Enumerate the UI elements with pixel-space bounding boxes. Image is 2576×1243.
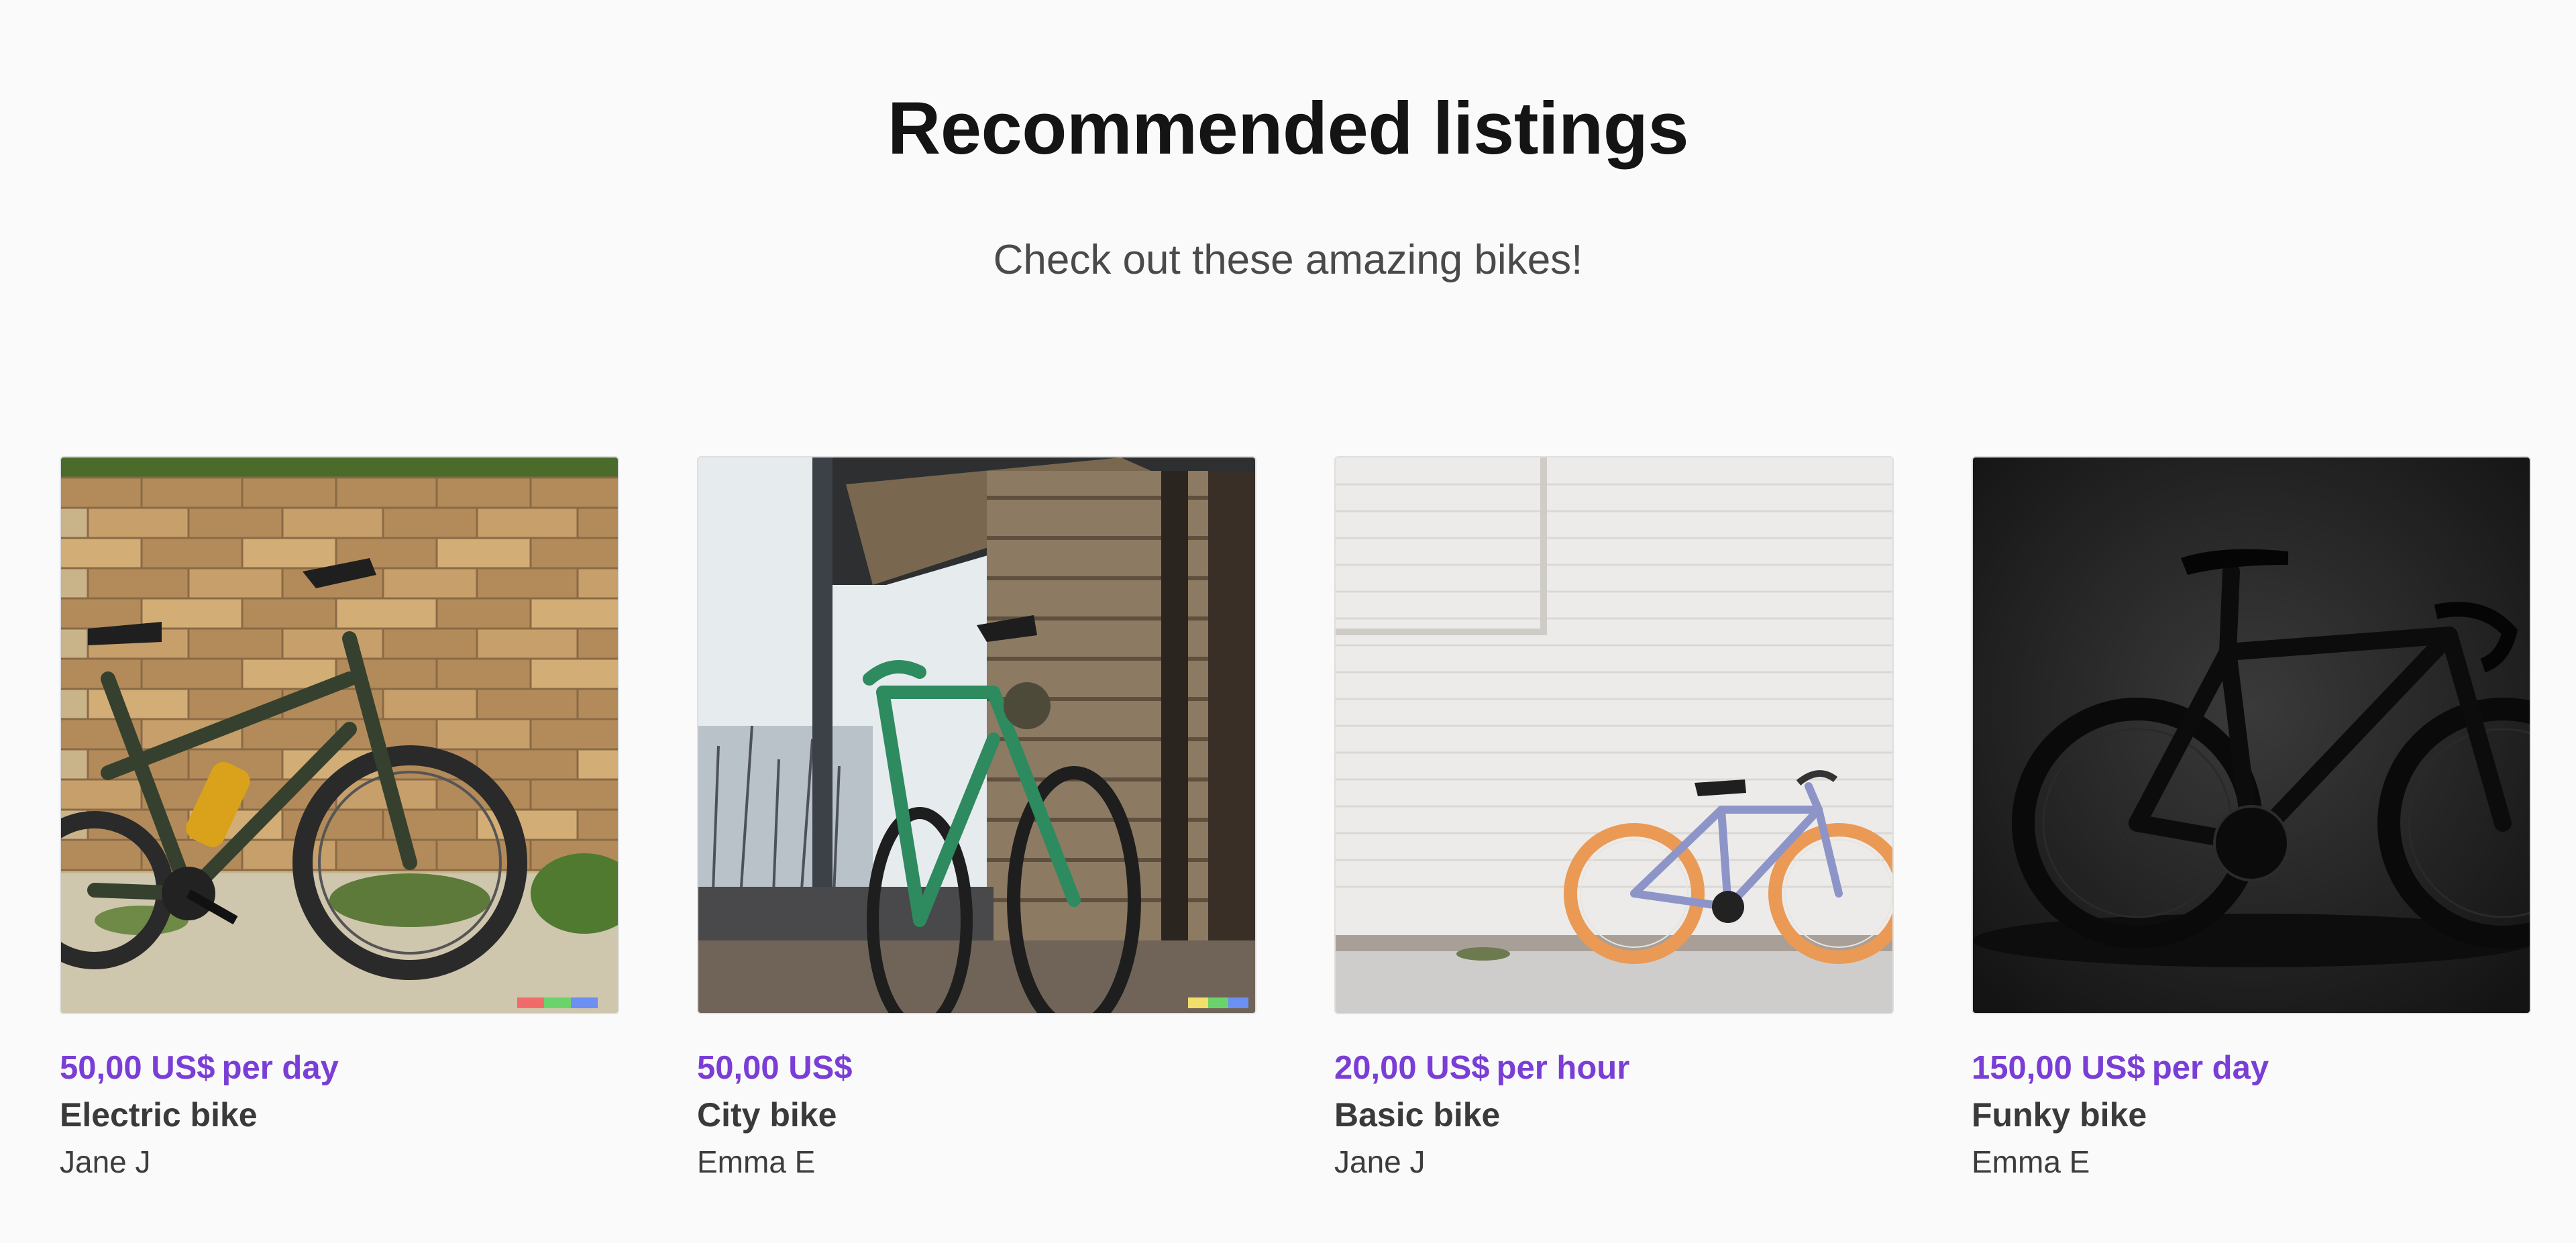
listing-price-row: 150,00 US$ per day xyxy=(1972,1046,2269,1089)
listing-price-unit: per day xyxy=(221,1050,339,1086)
listing-price-row: 50,00 US$ per day xyxy=(60,1046,339,1089)
listing-image-basic-bike[interactable] xyxy=(1334,456,1894,1014)
listing-author: Jane J xyxy=(60,1144,151,1179)
listings-grid: 50,00 US$ per day Electric bike Jane J 5… xyxy=(60,456,2531,1194)
page-title: Recommended listings xyxy=(887,87,1689,170)
listing-author: Jane J xyxy=(1334,1144,1426,1179)
listing-image-funky-bike[interactable] xyxy=(1972,456,2531,1014)
listing-title[interactable]: Electric bike xyxy=(60,1093,258,1136)
listing-title[interactable]: Funky bike xyxy=(1972,1093,2147,1136)
listing-price-unit: per hour xyxy=(1496,1050,1630,1086)
listing-card-basic-bike[interactable]: 20,00 US$ per hour Basic bike Jane J xyxy=(1334,456,1894,1194)
page-subtitle: Check out these amazing bikes! xyxy=(993,237,1583,283)
listing-price: 50,00 US$ xyxy=(60,1050,215,1086)
listing-price-row: 20,00 US$ per hour xyxy=(1334,1046,1629,1089)
listing-price: 150,00 US$ xyxy=(1972,1050,2145,1086)
listing-author: Emma E xyxy=(1972,1144,2090,1179)
listing-card-electric-bike[interactable]: 50,00 US$ per day Electric bike Jane J xyxy=(60,456,619,1194)
listing-author: Emma E xyxy=(697,1144,816,1179)
listing-card-city-bike[interactable]: 50,00 US$ City bike Emma E xyxy=(697,456,1256,1194)
listing-price-unit: per day xyxy=(2151,1050,2269,1086)
listing-price: 20,00 US$ xyxy=(1334,1050,1490,1086)
listing-card-funky-bike[interactable]: 150,00 US$ per day Funky bike Emma E xyxy=(1972,456,2531,1194)
listing-price-row: 50,00 US$ xyxy=(697,1046,859,1089)
listing-image-electric-bike[interactable] xyxy=(60,456,619,1014)
listing-image-city-bike[interactable] xyxy=(697,456,1256,1014)
listing-title[interactable]: City bike xyxy=(697,1093,837,1136)
listing-price: 50,00 US$ xyxy=(697,1050,853,1086)
listing-title[interactable]: Basic bike xyxy=(1334,1093,1500,1136)
